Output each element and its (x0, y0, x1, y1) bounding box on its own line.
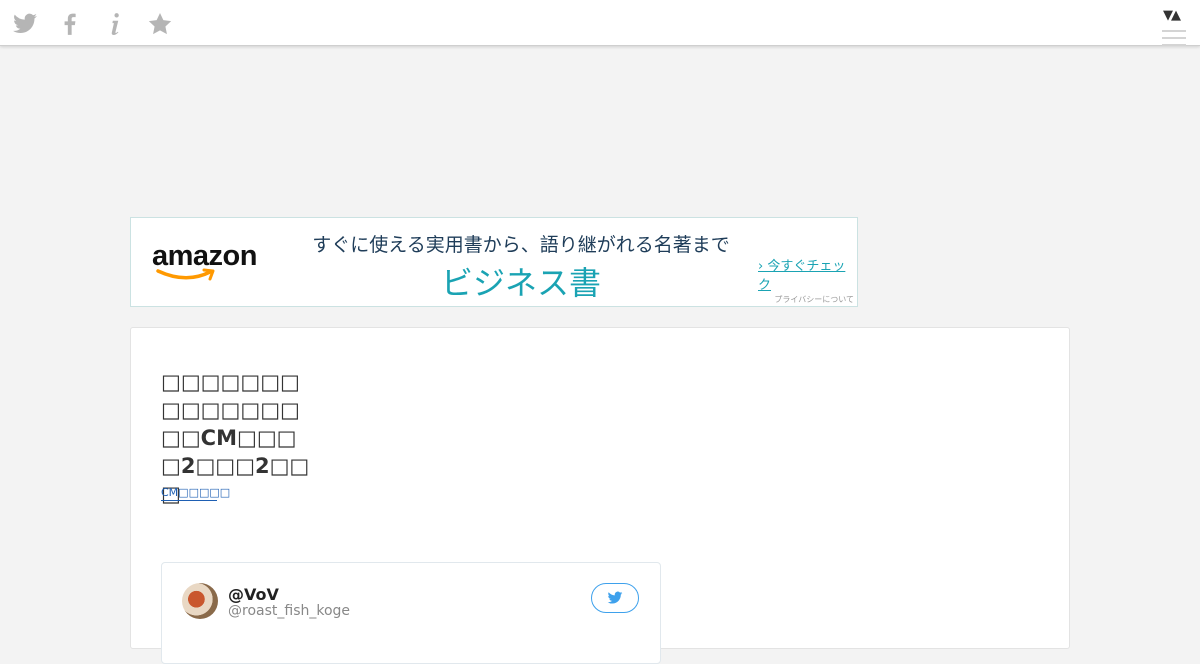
collapse-toggle[interactable]: ▼▲ (1163, 8, 1181, 23)
article-card: □□□□□□□□□□□□□□□□CM□□□□2□□□2□□□ CM□□□□□ @… (130, 327, 1070, 664)
category-tag-link[interactable]: CM□□□□□ (161, 486, 230, 501)
check-now-link[interactable]: › 今すぐチェック (758, 255, 857, 293)
ad-banner[interactable]: amazon すぐに使える実用書から、語り継がれる名著まで ビジネス書 › 今す… (130, 217, 858, 307)
smile-arrow-icon (156, 268, 215, 281)
twitter-icon[interactable] (12, 11, 38, 37)
twitter-bird-icon (607, 591, 623, 604)
twitter-follow-button[interactable] (591, 583, 639, 613)
avatar[interactable] (182, 583, 218, 619)
top-toolbar: ▼▲ (0, 0, 1200, 46)
hamburger-menu-icon[interactable] (1162, 30, 1186, 46)
facebook-icon[interactable] (57, 11, 83, 37)
info-icon[interactable] (102, 11, 128, 37)
tweet-user-handle[interactable]: @roast_fish_koge (228, 603, 350, 619)
amazon-logo: amazon (152, 242, 257, 281)
embedded-tweet: @VoV @roast_fish_koge (161, 562, 661, 664)
privacy-link[interactable]: プライバシーについて (774, 294, 854, 305)
star-icon[interactable] (147, 11, 173, 37)
tweet-user-name[interactable]: @VoV (228, 585, 279, 604)
ad-title: ビジネス書 (440, 264, 601, 302)
ad-headline: すぐに使える実用書から、語り継がれる名著まで (312, 234, 730, 256)
